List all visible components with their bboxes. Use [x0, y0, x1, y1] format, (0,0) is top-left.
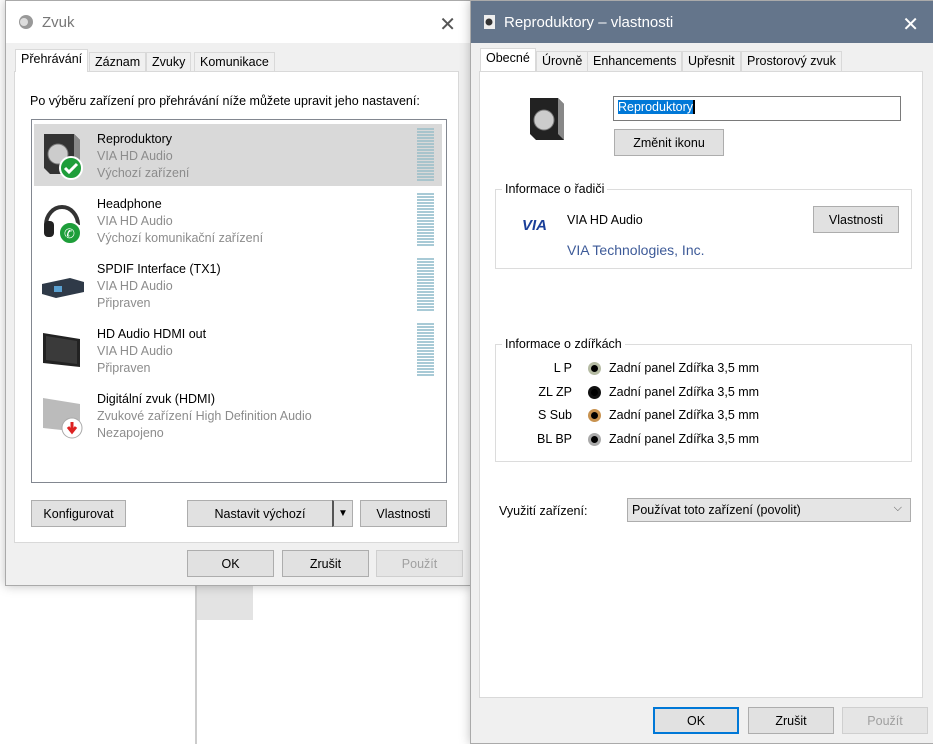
tab-panel: Po výběru zařízení pro přehrávání níže m… [14, 71, 459, 543]
monitor-icon [43, 333, 80, 367]
properties-button[interactable]: Vlastnosti [360, 500, 447, 527]
device-name: Reproduktory [97, 132, 173, 146]
jack-description: Zadní panel Zdířka 3,5 mm [609, 431, 760, 446]
svg-text:VIA: VIA [522, 217, 547, 234]
sound-dialog: Zvuk ✕ Přehrávání Záznam Zvuky Komunikac… [5, 0, 471, 586]
tab-spatial-sound[interactable]: Prostorový zvuk [741, 51, 842, 71]
jack-icon [588, 385, 601, 399]
device-item[interactable]: Reproduktory VIA HD Audio Výchozí zaříze… [34, 124, 442, 186]
device-driver: VIA HD Audio [97, 214, 173, 228]
device-item[interactable]: Digitální zvuk (HDMI) Zvukové zařízení H… [34, 384, 442, 446]
speaker-icon [530, 98, 564, 140]
device-driver: VIA HD Audio [97, 149, 173, 163]
configure-button[interactable]: Konfigurovat [31, 500, 126, 527]
device-status: Výchozí zařízení [97, 166, 190, 180]
monitor-disconnected-icon [43, 398, 83, 439]
tab-levels[interactable]: Úrovně [536, 51, 589, 71]
apply-button[interactable]: Použít [842, 707, 928, 734]
group-label: Informace o zdířkách [502, 337, 625, 351]
close-button[interactable]: ✕ [439, 12, 456, 37]
cancel-button[interactable]: Zrušit [282, 550, 369, 577]
tab-sounds[interactable]: Zvuky [146, 52, 192, 72]
close-button[interactable]: ✕ [902, 12, 919, 37]
jack-row: ZL ZP Zadní panel Zdířka 3,5 mm [496, 385, 896, 405]
speaker-app-icon [484, 15, 495, 29]
dropdown-arrow-icon: ▼ [338, 508, 348, 519]
volume-meter [417, 258, 434, 312]
set-default-dropdown[interactable]: ▼ [332, 500, 353, 527]
tab-panel: Reproduktory Změnit ikonu Informace o řa… [479, 71, 923, 698]
tab-communications[interactable]: Komunikace [194, 52, 275, 72]
tab-enhancements[interactable]: Enhancements [587, 51, 683, 71]
device-item[interactable]: SPDIF Interface (TX1) VIA HD Audio Připr… [34, 254, 442, 316]
device-driver: VIA HD Audio [97, 279, 173, 293]
apply-button[interactable]: Použít [376, 550, 463, 577]
jack-icon [588, 432, 601, 446]
tab-advanced[interactable]: Upřesnit [682, 51, 741, 71]
title-bar: Reproduktory – vlastnosti ✕ [471, 1, 933, 43]
controller-name: VIA HD Audio [567, 213, 643, 227]
device-status: Připraven [97, 296, 151, 310]
device-status: Nezapojeno [97, 426, 164, 440]
device-status: Připraven [97, 361, 151, 375]
device-item[interactable]: HD Audio HDMI out VIA HD Audio Připraven [34, 319, 442, 381]
controller-vendor: VIA Technologies, Inc. [567, 242, 705, 258]
instruction-text: Po výběru zařízení pro přehrávání níže m… [30, 94, 420, 108]
cancel-button[interactable]: Zrušit [748, 707, 834, 734]
jack-description: Zadní panel Zdířka 3,5 mm [609, 361, 760, 375]
device-name: SPDIF Interface (TX1) [97, 262, 221, 276]
device-name: HD Audio HDMI out [97, 327, 207, 341]
volume-meter [417, 128, 434, 182]
speaker-app-icon [19, 15, 33, 29]
properties-dialog: Reproduktory – vlastnosti ✕ Obecné Úrovn… [470, 0, 933, 744]
jack-icon [588, 409, 601, 422]
jack-channels: BL BP [537, 431, 572, 446]
jack-channels: L P [553, 361, 572, 375]
device-usage-value: Používat toto zařízení (povolit) [632, 503, 801, 517]
change-icon-button[interactable]: Změnit ikonu [614, 129, 724, 156]
device-name-value: Reproduktory [618, 100, 696, 114]
tab-playback[interactable]: Přehrávání [15, 49, 89, 72]
device-usage-label: Využití zařízení: [499, 504, 588, 518]
chevron-down-icon: ⌵ [893, 502, 902, 514]
speaker-icon [44, 134, 83, 180]
device-name: Digitální zvuk (HDMI) [97, 392, 216, 406]
jack-row: BL BP Zadní panel Zdířka 3,5 mm [496, 432, 896, 452]
window-title: Reproduktory – vlastnosti [504, 13, 674, 31]
device-status: Výchozí komunikační zařízení [97, 231, 264, 245]
tab-recording[interactable]: Záznam [89, 52, 147, 72]
headphone-icon: ✆ [44, 205, 82, 245]
jack-row: L P Zadní panel Zdířka 3,5 mm [496, 361, 896, 381]
device-list[interactable]: Reproduktory VIA HD Audio Výchozí zaříze… [31, 119, 447, 483]
jack-channels: ZL ZP [538, 384, 572, 399]
background-block [197, 585, 253, 620]
ok-button[interactable]: OK [653, 707, 739, 734]
device-usage-select[interactable]: Používat toto zařízení (povolit) ⌵ [627, 498, 911, 522]
device-name: Headphone [97, 197, 162, 211]
spdif-device-icon [42, 278, 84, 298]
device-driver: VIA HD Audio [97, 344, 173, 358]
jack-channels: S Sub [537, 408, 572, 422]
group-label: Informace o řadiči [502, 182, 608, 196]
controller-info-group: Informace o řadiči VIA VIA HD Audio VIA … [495, 182, 912, 269]
device-name-input[interactable]: Reproduktory [613, 96, 901, 121]
via-logo: VIA [522, 217, 547, 234]
jack-info-group: Informace o zdířkách L P Zadní panel Zdíř… [495, 337, 912, 462]
controller-properties-button[interactable]: Vlastnosti [813, 206, 899, 233]
device-item[interactable]: ✆ Headphone VIA HD Audio Výchozí komunik… [34, 189, 442, 251]
jack-icon [588, 362, 601, 375]
ok-button[interactable]: OK [187, 550, 274, 577]
jack-description: Zadní panel Zdířka 3,5 mm [609, 384, 760, 399]
set-default-button[interactable]: Nastavit výchozí [187, 500, 333, 527]
tab-general[interactable]: Obecné [480, 48, 536, 71]
device-driver: Zvukové zařízení High Definition Audio [97, 409, 312, 423]
volume-meter [417, 193, 434, 247]
volume-meter [417, 323, 434, 377]
svg-text:✆: ✆ [64, 226, 75, 241]
jack-description: Zadní panel Zdířka 3,5 mm [609, 408, 760, 422]
jack-row: S Sub Zadní panel Zdířka 3,5 mm [496, 408, 896, 428]
window-title: Zvuk [42, 13, 75, 31]
title-bar: Zvuk ✕ [6, 1, 470, 43]
